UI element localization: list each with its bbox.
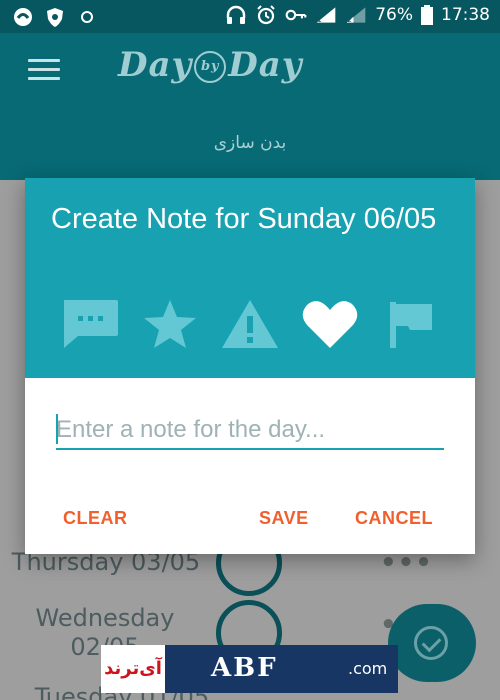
- comment-icon[interactable]: [60, 298, 120, 350]
- note-input[interactable]: [56, 412, 444, 450]
- status-notifications: [12, 6, 98, 28]
- app-notification-icon: [14, 8, 32, 26]
- watermark-middle-text: ABF: [211, 653, 278, 683]
- circle-icon: [81, 11, 93, 23]
- signal-sim1-icon: 1: [316, 7, 336, 24]
- cancel-button[interactable]: CANCEL: [355, 508, 433, 529]
- warning-icon[interactable]: [220, 298, 280, 350]
- check-circle-icon: [414, 626, 448, 660]
- app-logo: Day by Day: [118, 45, 303, 85]
- note-type-selector: [25, 298, 475, 350]
- key-icon: [285, 9, 307, 21]
- headphones-icon: [226, 5, 246, 24]
- app-bar: Day by Day بدن سازی: [0, 33, 500, 180]
- watermark-left-text: آی‌ترند: [101, 645, 165, 693]
- signal-sim2-icon: 2: [346, 7, 366, 24]
- flag-icon[interactable]: [380, 298, 440, 350]
- text-cursor: [56, 414, 58, 444]
- star-icon[interactable]: [140, 298, 200, 350]
- clear-button[interactable]: CLEAR: [63, 508, 128, 529]
- battery-percent: 76%: [375, 5, 413, 25]
- alarm-icon: [257, 5, 275, 25]
- watermark-suffix: .com: [348, 659, 388, 678]
- dialog-title: Create Note for Sunday 06/05: [51, 203, 437, 235]
- dialog-header: Create Note for Sunday 06/05: [25, 178, 475, 378]
- fab-button[interactable]: [388, 604, 476, 682]
- hamburger-menu-icon[interactable]: [28, 59, 60, 81]
- shield-icon: [47, 8, 63, 27]
- save-button[interactable]: SAVE: [259, 508, 309, 529]
- clock: 17:38: [441, 5, 490, 25]
- heart-icon[interactable]: [300, 298, 360, 350]
- status-bar: 1 2 76% 17:38: [0, 0, 500, 33]
- battery-icon: [421, 5, 433, 25]
- watermark-banner: آی‌ترند ABF .com: [101, 645, 398, 693]
- svg-text:1: 1: [318, 16, 322, 24]
- svg-text:2: 2: [348, 16, 352, 24]
- create-note-dialog: Create Note for Sunday 06/05 CLEAR: [25, 178, 475, 554]
- status-system: 1 2 76% 17:38: [225, 4, 490, 26]
- app-subtitle: بدن سازی: [213, 133, 287, 153]
